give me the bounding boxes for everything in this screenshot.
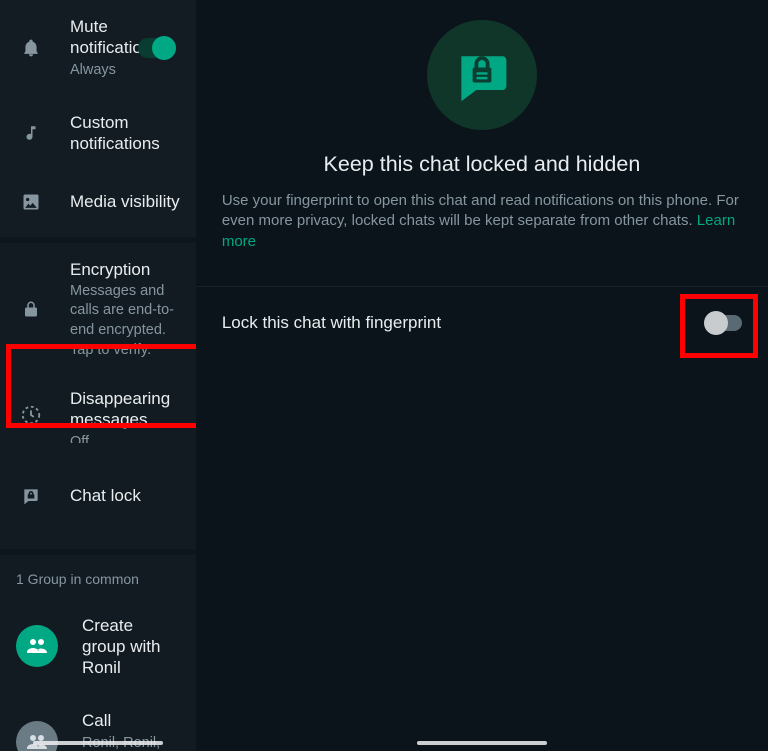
settings-section-1: Mute notifications Always Custom notific…: [0, 0, 196, 237]
mute-sub: Always: [70, 61, 114, 81]
image-icon: [16, 187, 46, 217]
custom-text: Custom notifications: [70, 112, 180, 155]
settings-section-2: Encryption Messages and calls are end-to…: [0, 243, 196, 549]
chat-lock-title: Chat lock: [70, 485, 180, 506]
encryption-sub: Messages and calls are end-to-end encryp…: [70, 282, 180, 360]
disappearing-text: Disappearing messages Off: [70, 388, 180, 443]
disappearing-title: Disappearing messages: [70, 388, 180, 431]
create-group-title: Create group with Ronil: [82, 615, 180, 679]
encryption-row[interactable]: Encryption Messages and calls are end-to…: [0, 243, 196, 377]
custom-notifications-row[interactable]: Custom notifications: [0, 96, 196, 171]
lock-toggle[interactable]: [706, 315, 742, 331]
mute-text: Mute notifications Always: [70, 16, 114, 80]
chat-lock-hero: Keep this chat locked and hidden Use you…: [196, 0, 768, 270]
mute-title: Mute notifications: [70, 16, 114, 59]
gesture-bar: [33, 741, 163, 745]
bell-icon: [16, 33, 46, 63]
custom-title: Custom notifications: [70, 112, 180, 155]
chat-lock-title: Keep this chat locked and hidden: [324, 152, 641, 177]
chat-lock-icon: [16, 481, 46, 511]
mute-notifications-row[interactable]: Mute notifications Always: [0, 0, 196, 96]
lock-toggle-label: Lock this chat with fingerprint: [222, 313, 441, 333]
media-title: Media visibility: [70, 191, 180, 212]
encryption-title: Encryption: [70, 259, 180, 280]
chat-lock-body: Use your fingerprint to open this chat a…: [222, 192, 739, 229]
disappearing-sub: Off: [70, 433, 180, 443]
chat-lock-row[interactable]: Chat lock: [0, 443, 196, 549]
call-group-title: Call: [82, 710, 180, 731]
create-group-row[interactable]: Create group with Ronil: [0, 599, 196, 695]
lock-icon: [16, 294, 46, 324]
chat-lock-hero-icon: [427, 20, 537, 130]
group-avatar-icon: [16, 625, 58, 667]
lock-toggle-row[interactable]: Lock this chat with fingerprint: [196, 286, 768, 359]
music-note-icon: [16, 118, 46, 148]
chat-lock-description: Use your fingerprint to open this chat a…: [222, 191, 742, 252]
contact-settings-pane: Mute notifications Always Custom notific…: [0, 0, 196, 751]
chat-lock-detail-pane: Keep this chat locked and hidden Use you…: [196, 0, 768, 751]
encryption-text: Encryption Messages and calls are end-to…: [70, 259, 180, 361]
timer-icon: [16, 400, 46, 430]
gesture-bar: [417, 741, 547, 745]
create-group-text: Create group with Ronil: [82, 615, 180, 679]
chat-lock-text: Chat lock: [70, 485, 180, 506]
mute-toggle[interactable]: [138, 38, 174, 58]
media-text: Media visibility: [70, 191, 180, 212]
group-avatar-grey-icon: [16, 721, 58, 751]
groups-in-common-label: 1 Group in common: [0, 555, 196, 599]
disappearing-row[interactable]: Disappearing messages Off: [0, 376, 196, 443]
media-visibility-row[interactable]: Media visibility: [0, 171, 196, 237]
